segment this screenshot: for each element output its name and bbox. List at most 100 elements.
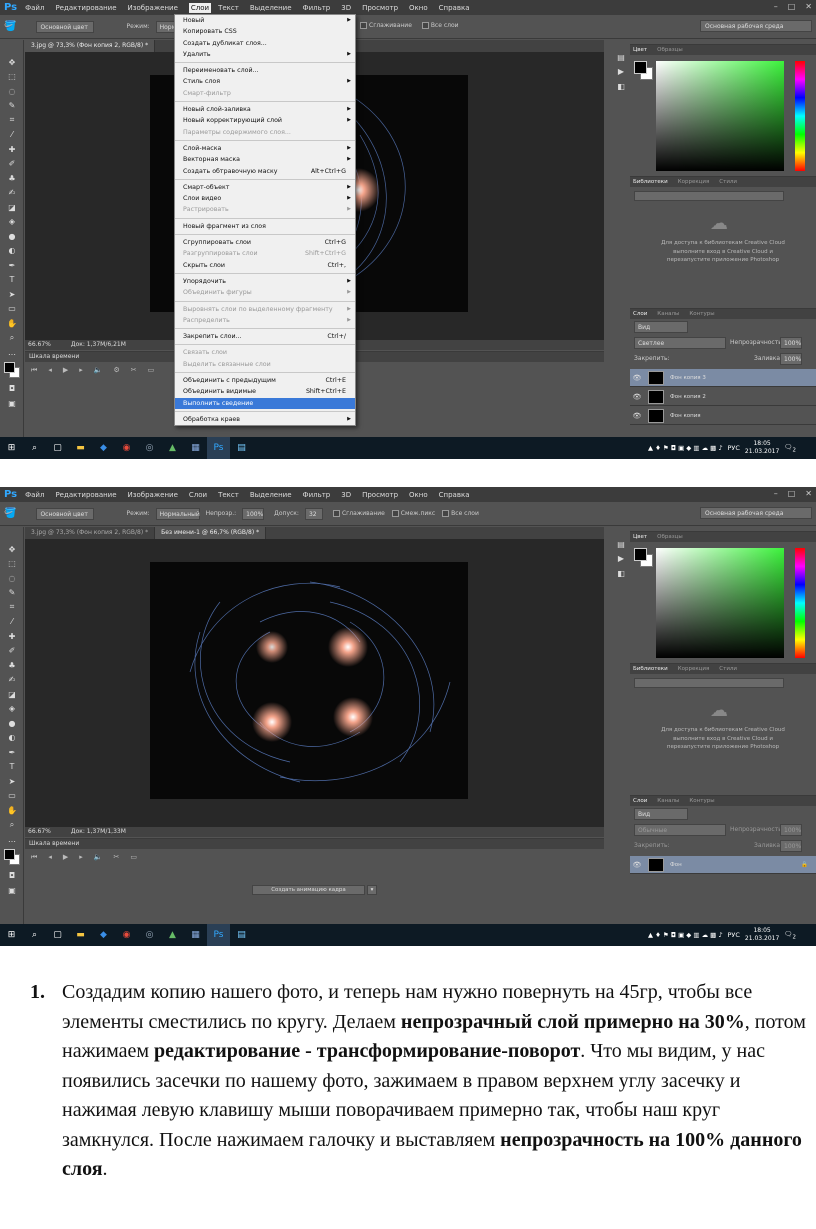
smoothing-checkbox[interactable] [360, 22, 367, 29]
tab-styles[interactable]: Стили [719, 177, 737, 187]
mode-select[interactable]: Норм [155, 20, 176, 33]
tab-channels[interactable]: Каналы [657, 309, 679, 319]
search-icon[interactable]: ⌕ [23, 924, 46, 946]
tab-styles[interactable]: Стили [719, 664, 737, 674]
opacity-value[interactable]: 100% [780, 824, 802, 836]
library-select[interactable] [634, 678, 784, 688]
shape-tool-icon[interactable]: ▭ [0, 302, 24, 317]
blend-mode-select[interactable]: Светлее [634, 337, 726, 349]
crop-tool-icon[interactable]: ⌗ [0, 113, 24, 128]
menu-layers[interactable]: Слои [189, 491, 207, 499]
blur-tool-icon[interactable]: ● [0, 716, 24, 731]
fill-value[interactable]: 100% [780, 353, 802, 365]
start-icon[interactable]: ⊞ [0, 437, 23, 459]
tab-paths[interactable]: Контуры [689, 796, 714, 806]
prev-frame-icon[interactable]: ◂ [48, 366, 52, 375]
tray-icons[interactable]: ▲ ♦ ⚑ ◘ ▣ ◆ ▥ ☁ ▩ ♪ [648, 931, 722, 939]
zoom-tool-icon[interactable]: ⌕ [0, 331, 24, 346]
menu-filter[interactable]: Фильтр [303, 491, 331, 499]
all-layers-checkbox[interactable] [421, 22, 429, 29]
paint-bucket-tool-icon[interactable]: ◈ [0, 215, 24, 230]
audio-icon[interactable]: 🔈 [94, 366, 103, 375]
path-select-tool-icon[interactable]: ➤ [0, 287, 24, 302]
split-icon[interactable]: ✂ [131, 366, 137, 375]
all-layers-checkbox[interactable] [442, 510, 450, 517]
play-icon[interactable]: ▶ [63, 366, 68, 375]
transition-icon[interactable]: ▭ [148, 366, 155, 375]
path-select-tool-icon[interactable]: ➤ [0, 774, 24, 789]
chrome-icon[interactable]: ◉ [115, 924, 138, 946]
tab-layers[interactable]: Слои [633, 796, 647, 806]
stamp-tool-icon[interactable]: ♣ [0, 658, 24, 673]
chrome-icon[interactable]: ◉ [115, 437, 138, 459]
notification-icon[interactable]: 🗨2 [784, 930, 796, 940]
hue-slider[interactable] [795, 61, 805, 171]
minimize-button[interactable]: – [774, 2, 778, 11]
fill-source-select[interactable]: Основной цвет [36, 20, 95, 33]
layers-menu-item[interactable]: Новый фрагмент из слоя [175, 221, 355, 232]
move-tool-icon[interactable]: ✥ [0, 55, 24, 70]
lasso-tool-icon[interactable]: ◌ [0, 571, 24, 586]
layers-menu-item[interactable]: Закрепить слои... Ctrl+/ [175, 331, 355, 342]
app-icon[interactable]: ▦ [184, 437, 207, 459]
app-icon[interactable]: ▲ [161, 437, 184, 459]
menu-3d[interactable]: 3D [341, 491, 351, 499]
hue-slider[interactable] [795, 548, 805, 658]
maximize-button[interactable]: □ [788, 2, 796, 11]
photoshop-taskbar-icon[interactable]: Ps [207, 437, 230, 459]
fill-source-select[interactable]: Основной цвет [36, 507, 95, 520]
menu-image[interactable]: Изображение [128, 4, 178, 12]
more-tools-icon[interactable]: … [0, 832, 24, 847]
paint-bucket-tool-icon[interactable]: ◈ [0, 702, 24, 717]
layers-menu-item[interactable]: Стиль слоя ▶ [175, 76, 355, 87]
menu-image[interactable]: Изображение [128, 491, 178, 499]
color-picker-field[interactable] [656, 61, 784, 171]
hand-tool-icon[interactable]: ✋ [0, 316, 24, 331]
healing-tool-icon[interactable]: ✚ [0, 629, 24, 644]
tab-adjustments[interactable]: Коррекция [678, 177, 710, 187]
fill-value[interactable]: 100% [780, 840, 802, 852]
layers-menu-item[interactable]: Обработка краев ▶ [175, 414, 355, 425]
create-frame-animation-button[interactable]: Создать анимацию кадра [252, 885, 365, 895]
layers-menu-item[interactable]: Копировать CSS [175, 26, 355, 37]
start-icon[interactable]: ⊞ [0, 924, 23, 946]
quick-mask-icon[interactable]: ◘ [0, 869, 24, 884]
foreground-color-swatch[interactable] [4, 848, 15, 860]
layers-menu-item[interactable]: Сгруппировать слои Ctrl+G [175, 237, 355, 248]
healing-tool-icon[interactable]: ✚ [0, 142, 24, 157]
panel-fg-swatch[interactable] [634, 548, 647, 561]
layers-menu-item[interactable]: Новый ▶ [175, 15, 355, 26]
tab-layers[interactable]: Слои [633, 309, 647, 319]
image-canvas[interactable] [150, 562, 468, 799]
layers-menu-item[interactable]: Новый корректирующий слой ▶ [175, 115, 355, 126]
tab-channels[interactable]: Каналы [657, 796, 679, 806]
tab-swatches[interactable]: Образцы [657, 532, 683, 542]
language-indicator[interactable]: РУС [728, 444, 740, 452]
layer-row[interactable]: 👁 Фон копия 3 [630, 369, 816, 387]
eyedropper-tool-icon[interactable]: ⁄ [0, 615, 24, 630]
crop-tool-icon[interactable]: ⌗ [0, 600, 24, 615]
tab-libraries[interactable]: Библиотеки [633, 177, 668, 187]
browser-icon[interactable]: ◎ [138, 437, 161, 459]
eraser-tool-icon[interactable]: ◪ [0, 200, 24, 215]
menu-edit[interactable]: Редактирование [55, 4, 116, 12]
workspace-select[interactable]: Основная рабочая среда [700, 507, 812, 519]
menu-type[interactable]: Текст [218, 4, 239, 12]
opacity-value[interactable]: 100% [780, 337, 802, 349]
image-viewer-icon[interactable]: ▤ [230, 437, 253, 459]
store-icon[interactable]: ◆ [92, 437, 115, 459]
tab-paths[interactable]: Контуры [689, 309, 714, 319]
store-icon[interactable]: ◆ [92, 924, 115, 946]
screen-mode-icon[interactable]: ▣ [0, 883, 24, 898]
blend-mode-select[interactable]: Обычные [634, 824, 726, 836]
foreground-color-swatch[interactable] [4, 361, 15, 373]
blur-tool-icon[interactable]: ● [0, 229, 24, 244]
eyedropper-tool-icon[interactable]: ⁄ [0, 128, 24, 143]
menu-view[interactable]: Просмотр [362, 4, 398, 12]
app-icon[interactable]: ▦ [184, 924, 207, 946]
menu-file[interactable]: Файл [25, 4, 44, 12]
screen-mode-icon[interactable]: ▣ [0, 396, 24, 411]
shape-tool-icon[interactable]: ▭ [0, 789, 24, 804]
menu-window[interactable]: Окно [409, 491, 428, 499]
create-animation-dropdown-icon[interactable]: ▾ [367, 885, 377, 895]
